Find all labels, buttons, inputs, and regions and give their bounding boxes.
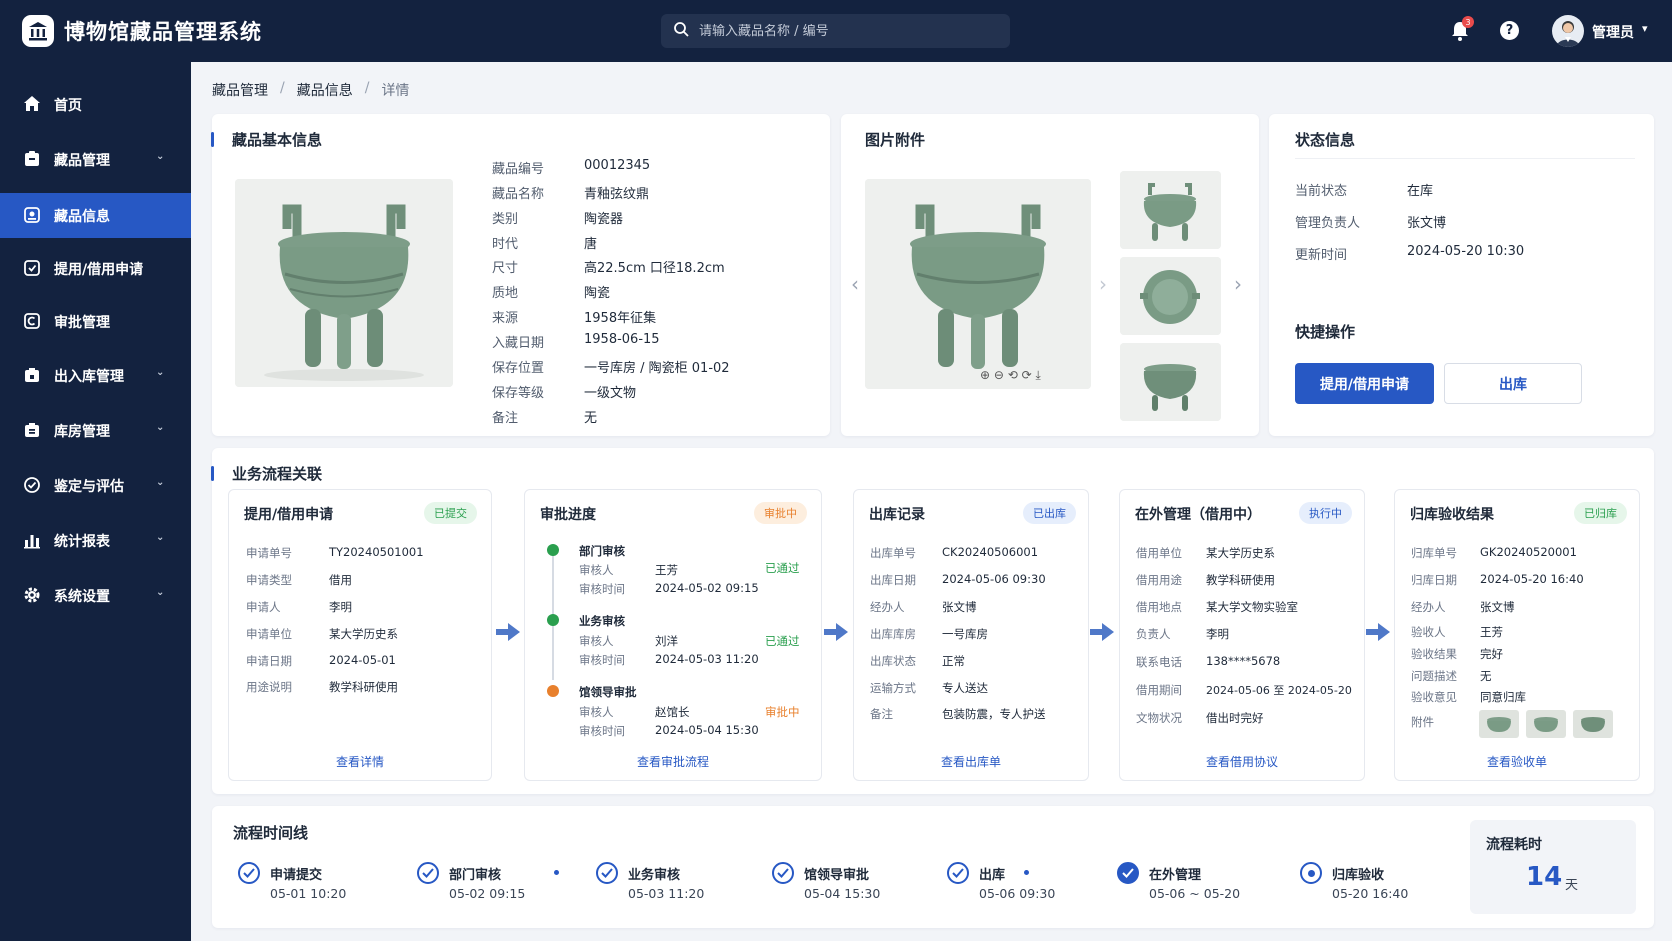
breadcrumb-item[interactable]: 藏品信息 — [297, 80, 353, 100]
appraisal-icon — [23, 476, 41, 494]
sidebar-item-inout[interactable]: 出入库管理 ⌄ — [0, 353, 191, 398]
card-title: 图片附件 — [865, 131, 926, 149]
status-badge: 执行中 — [1299, 502, 1352, 524]
next-arrow-icon[interactable]: › — [1234, 272, 1242, 296]
check-circle-icon — [1117, 862, 1139, 884]
help-icon[interactable]: ? — [1500, 21, 1519, 40]
inout-icon — [23, 366, 41, 384]
total-duration-value: 14 — [1526, 862, 1563, 892]
approval-progress-card: 审批进度 审批中 部门审核 审核人 王芳 审核时间 2024-05-02 09:15… — [524, 489, 822, 781]
thumbnail-image[interactable] — [1120, 171, 1221, 249]
view-agreement-link[interactable]: 查看借用协议 — [1120, 753, 1364, 770]
chevron-down-icon: ⌄ — [156, 532, 165, 543]
section-title: 流程时间线 — [233, 824, 309, 842]
view-checkout-link[interactable]: 查看出库单 — [854, 753, 1088, 770]
chart-icon — [23, 531, 41, 549]
prev-arrow-icon[interactable]: ‹ — [851, 272, 859, 296]
inner-next-arrow-icon[interactable]: › — [1099, 272, 1107, 296]
attachment-thumbnail[interactable] — [1479, 710, 1519, 738]
total-duration-label: 流程耗时 — [1486, 837, 1542, 853]
svg-text:⊕ ⊖ ⟲ ⟳ ⤓: ⊕ ⊖ ⟲ ⟳ ⤓ — [980, 368, 1041, 382]
chevron-down-icon: ⌄ — [156, 587, 165, 598]
flow-arrow-icon — [1090, 623, 1114, 641]
status-badge: 已提交 — [424, 502, 477, 524]
top-bar: 博物馆藏品管理系统 3 ? 管理员 ▾ — [0, 0, 1672, 62]
pending-icon — [547, 685, 559, 697]
current-status: 在库 — [1407, 184, 1434, 199]
gear-icon — [23, 586, 41, 604]
check-circle-icon — [772, 862, 794, 884]
sidebar-item-request[interactable]: 提用/借用申请 — [0, 246, 191, 291]
attachment-thumbnail[interactable] — [1573, 710, 1613, 738]
request-flow-card: 提用/借用申请 已提交 申请单号 TY20240501001 申请类型 借用 申请人… — [228, 489, 492, 781]
chevron-down-icon: ⌄ — [156, 367, 165, 378]
sidebar-item-collection-info[interactable]: 藏品信息 — [0, 193, 191, 238]
avatar[interactable] — [1552, 15, 1584, 47]
home-icon — [23, 95, 41, 113]
card-title: 状态信息 — [1295, 131, 1356, 149]
sidebar-item-collection-management[interactable]: 藏品管理 ⌄ — [0, 137, 191, 182]
card-title: 藏品基本信息 — [232, 131, 323, 149]
attachment-thumbnail[interactable] — [1526, 710, 1566, 738]
view-approval-link[interactable]: 查看审批流程 — [525, 753, 821, 770]
app-title: 博物馆藏品管理系统 — [64, 20, 262, 44]
flow-arrow-icon — [824, 623, 848, 641]
status-badge: 已出库 — [1023, 502, 1076, 524]
request-icon — [23, 259, 41, 277]
check-circle-icon — [417, 862, 439, 884]
chevron-down-icon: ⌄ — [156, 151, 165, 162]
return-acceptance-card: 归库验收结果 已归库 归库单号 GK20240520001 归库日期 2024-05… — [1394, 489, 1640, 781]
total-duration-box: 流程耗时 14 天 — [1470, 820, 1636, 914]
approval-icon — [23, 312, 41, 330]
view-detail-link[interactable]: 查看详情 — [229, 753, 491, 770]
check-icon — [547, 614, 559, 626]
view-acceptance-link[interactable]: 查看验收单 — [1395, 753, 1639, 770]
checkout-record-card: 出库记录 已出库 出库单号 CK20240506001 出库日期 2024-05-0… — [853, 489, 1089, 781]
search-input[interactable] — [699, 23, 979, 39]
breadcrumb-current: 详情 — [381, 83, 410, 99]
search-box[interactable] — [661, 14, 1010, 48]
check-circle-icon — [238, 862, 260, 884]
notification-badge: 3 — [1462, 16, 1474, 28]
thumbnail-image[interactable] — [1120, 257, 1221, 335]
status-badge: 审批中 — [754, 502, 807, 524]
chevron-down-icon: ⌄ — [156, 422, 165, 433]
artifact-image[interactable] — [235, 179, 453, 387]
main-preview-image[interactable]: ⊕ ⊖ ⟲ ⟳ ⤓ — [865, 179, 1091, 389]
user-name[interactable]: 管理员 — [1592, 22, 1634, 42]
collection-icon — [23, 206, 41, 224]
sidebar-item-approval[interactable]: 审批管理 — [0, 299, 191, 344]
external-management-card: 在外管理（借用中） 执行中 借用单位 某大学历史系 借用用途 教学科研使用 借用地点… — [1119, 489, 1365, 781]
sidebar-item-warehouse[interactable]: 库房管理 ⌄ — [0, 408, 191, 453]
chevron-down-icon[interactable]: ▾ — [1642, 22, 1648, 35]
check-icon — [547, 544, 559, 556]
check-circle-icon — [947, 862, 969, 884]
section-title: 业务流程关联 — [232, 465, 323, 483]
sidebar-item-home[interactable]: 首页 — [0, 82, 191, 127]
breadcrumb: 藏品管理 / 藏品信息 / 详情 — [212, 80, 410, 100]
warehouse-icon — [23, 421, 41, 439]
museum-logo-icon — [22, 15, 54, 47]
request-button[interactable]: 提用/借用申请 — [1295, 363, 1434, 404]
archive-icon — [23, 150, 41, 168]
attachments-card: 图片附件 ⊕ ⊖ ⟲ ⟳ ⤓ ‹ › › — [841, 114, 1259, 436]
total-duration-unit: 天 — [1565, 878, 1579, 893]
status-badge: 已归库 — [1574, 502, 1627, 524]
check-circle-icon — [596, 862, 618, 884]
sidebar-item-reports[interactable]: 统计报表 ⌄ — [0, 518, 191, 563]
breadcrumb-item[interactable]: 藏品管理 — [212, 80, 268, 100]
sidebar-item-appraisal[interactable]: 鉴定与评估 ⌄ — [0, 463, 191, 508]
pending-circle-icon — [1300, 862, 1322, 884]
sidebar: 首页 藏品管理 ⌄ 藏品信息 提用/借用申请 审批管理 出入库管理 ⌄ 库房管理… — [0, 62, 191, 941]
search-icon — [673, 21, 689, 41]
sidebar-item-settings[interactable]: 系统设置 ⌄ — [0, 573, 191, 618]
checkout-button[interactable]: 出库 — [1444, 363, 1582, 404]
thumbnail-image[interactable] — [1120, 343, 1221, 421]
flow-arrow-icon — [1366, 623, 1390, 641]
flow-arrow-icon — [496, 623, 520, 641]
quick-actions-title: 快捷操作 — [1295, 323, 1356, 341]
chevron-down-icon: ⌄ — [156, 477, 165, 488]
